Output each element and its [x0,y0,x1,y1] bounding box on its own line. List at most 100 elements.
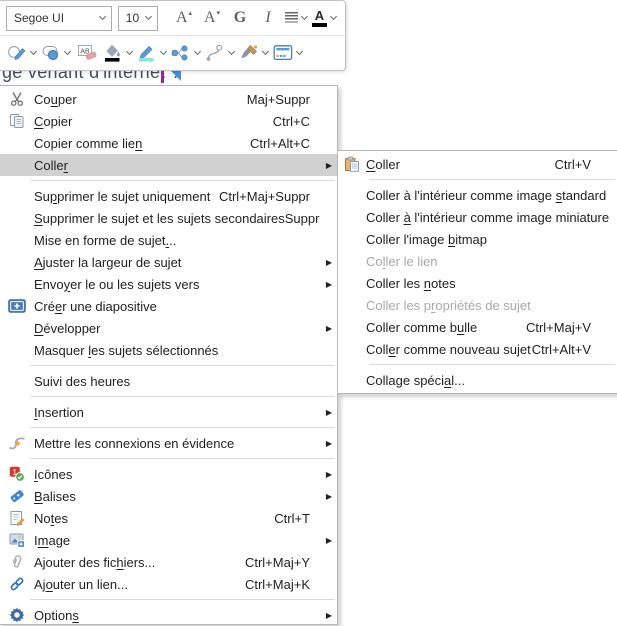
submenu-item: Coller le lien [338,250,617,272]
menu-item-label: Coller le lien [366,255,438,268]
menu-item[interactable]: Coller ▶ [0,154,337,176]
menu-item-label: Envoyer le ou les sujets vers [34,278,199,291]
menu-item-label: Mise en forme de sujet... [34,234,176,247]
submenu-arrow-icon: ▶ [320,470,332,479]
menu-item-label: Icônes [34,468,72,481]
menu-item[interactable]: Balises▶ [0,485,337,507]
bold-button[interactable]: G [228,5,252,32]
submenu-arrow-icon: ▶ [320,258,332,267]
font-color-button[interactable]: A [312,5,337,32]
panel-icon [273,44,293,62]
chevron-down-icon [262,48,269,55]
menu-item-label: Insertion [34,406,84,419]
font-family-value: Segoe UI [14,11,64,25]
menu-item-label: Balises [34,490,76,503]
submenu-arrow-icon: ▶ [320,324,332,333]
submenu-item[interactable]: Coller comme nouveau sujetCtrl+Alt+V [338,338,617,360]
fill-color-button[interactable] [103,40,133,67]
submenu-arrow-icon: ▶ [320,161,332,170]
connection-button[interactable] [205,40,235,67]
context-menu: CouperMaj+SupprCopierCtrl+CCopier comme … [0,85,338,625]
menu-item[interactable]: 1Icônes▶ [0,463,337,485]
submenu-arrow-icon: ▶ [320,408,332,417]
boundary-icon [171,44,191,62]
menu-item[interactable]: Supprimer le sujet et les sujets seconda… [0,207,337,229]
caret-up-icon: ▴ [189,9,193,17]
submenu-item[interactable]: CollerCtrl+V [338,153,617,175]
submenu-item[interactable]: Coller les notes [338,272,617,294]
menu-separator [30,365,334,366]
font-size-select[interactable]: 10 [118,6,158,31]
menu-item[interactable]: Créer une diapositive [0,295,337,317]
gear-icon [0,607,34,623]
menu-shortcut: Ctrl+Alt+V [532,343,601,356]
chevron-down-icon [99,13,106,20]
submenu-arrow-icon: ▶ [320,536,332,545]
format-shape-button[interactable] [7,40,37,67]
menu-shortcut: Ctrl+Alt+C [250,137,320,150]
menu-separator [370,179,615,180]
menu-item[interactable]: Envoyer le ou les sujets vers ▶ [0,273,337,295]
menu-item[interactable]: Insertion ▶ [0,401,337,423]
topic-shape-button[interactable] [41,40,71,67]
font-family-select[interactable]: Segoe UI [6,6,112,31]
menu-item-label: Ajuster la largeur de sujet [34,256,181,269]
submenu-item[interactable]: Collage spécial... [338,369,617,391]
notes-icon [0,510,34,526]
menu-item[interactable]: Développer ▶ [0,317,337,339]
submenu-item[interactable]: Coller l'image bitmap [338,228,617,250]
menu-shortcut: Suppr [285,212,330,225]
italic-button[interactable]: I [256,5,280,32]
caret-down-icon: ▾ [217,9,221,17]
alignment-button[interactable] [284,5,308,32]
link-icon [0,576,34,592]
menu-item[interactable]: CouperMaj+Suppr [0,88,337,110]
menu-item-label: Collage spécial... [366,374,465,387]
menu-separator [30,180,334,181]
menu-item[interactable]: CopierCtrl+C [0,110,337,132]
submenu-item[interactable]: Coller à l'intérieur comme image miniatu… [338,206,617,228]
menu-item-label: Suivi des heures [34,375,130,388]
panel-button[interactable] [273,40,303,67]
submenu-item[interactable]: Coller à l'intérieur comme image standar… [338,184,617,206]
topic-shape-icon [41,44,61,62]
menu-item-label: Couper [34,93,77,106]
menu-item[interactable]: Ajouter un lien... Ctrl+Maj+K [0,573,337,595]
submenu-item: Coller les propriétés de sujet [338,294,617,316]
menu-item[interactable]: Options▶ [0,604,337,626]
clear-formatting-button[interactable]: AB [75,40,99,67]
menu-item-label: Développer [34,322,101,335]
menu-item[interactable]: Masquer les sujets sélectionnés [0,339,337,361]
menu-item-label: Coller [34,159,68,172]
menu-shortcut: Ctrl+Maj+K [245,578,320,591]
menu-shortcut: Ctrl+Maj+V [526,321,601,334]
menu-item-label: Notes [34,512,68,525]
font-color-icon: A [312,9,327,27]
menu-item-label: Ajouter un lien... [34,578,128,591]
submenu-arrow-icon: ▶ [320,439,332,448]
menu-item[interactable]: NotesCtrl+T [0,507,337,529]
menu-item-label: Coller les notes [366,277,456,290]
submenu-arrow-icon: ▶ [320,280,332,289]
menu-item[interactable]: Ajuster la largeur de sujet ▶ [0,251,337,273]
clear-formatting-icon: AB [77,44,97,62]
format-painter-button[interactable] [239,40,269,67]
increase-font-size-button[interactable]: A▴ [172,5,196,32]
menu-item[interactable]: Image▶ [0,529,337,551]
menu-item[interactable]: Mise en forme de sujet... [0,229,337,251]
menu-item-label: Coller comme bulle [366,321,477,334]
menu-item[interactable]: Mettre les connexions en évidence▶ [0,432,337,454]
submenu-item[interactable]: Coller comme bulle Ctrl+Maj+V [338,316,617,338]
highlight-connections-icon [0,435,34,451]
boundary-button[interactable] [171,40,201,67]
decrease-font-size-button[interactable]: A▾ [200,5,224,32]
menu-item[interactable]: Ajouter des fichiers...Ctrl+Maj+Y [0,551,337,573]
menu-item[interactable]: Copier comme lien Ctrl+Alt+C [0,132,337,154]
menu-item[interactable]: Suivi des heures [0,370,337,392]
menu-item[interactable]: Supprimer le sujet uniquementCtrl+Maj+Su… [0,185,337,207]
font-size-value: 10 [126,11,139,25]
menu-item-label: Copier comme lien [34,137,142,150]
chevron-down-icon [64,48,71,55]
highlight-color-icon [137,44,157,62]
highlight-color-button[interactable] [137,40,167,67]
